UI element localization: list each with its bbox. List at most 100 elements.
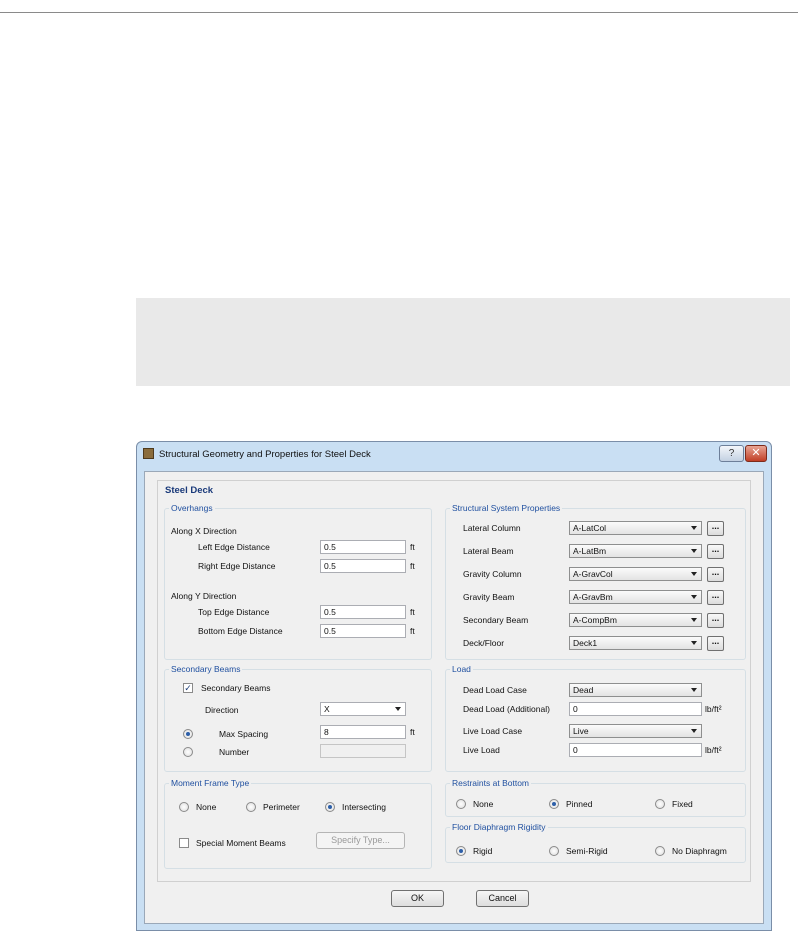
lateral-beam-select[interactable]: A-LatBm — [569, 544, 702, 558]
top-edge-input[interactable]: 0.5 — [320, 605, 406, 619]
special-moment-beams-checkbox[interactable] — [179, 838, 189, 848]
restraint-pinned-label: Pinned — [566, 799, 593, 809]
max-spacing-radio[interactable] — [183, 729, 193, 739]
restraints-label: Restraints at Bottom — [450, 778, 532, 788]
gravity-column-label: Gravity Column — [463, 569, 522, 579]
number-label: Number — [219, 747, 250, 757]
diaphragm-none-radio[interactable] — [655, 846, 665, 856]
right-edge-label: Right Edge Distance — [198, 561, 276, 571]
overhangs-group: Overhangs Along X Direction Left Edge Di… — [164, 503, 432, 660]
lateral-beam-define-button[interactable]: ... — [707, 544, 724, 559]
help-button[interactable]: ? — [719, 445, 744, 462]
bottom-edge-label: Bottom Edge Distance — [198, 626, 283, 636]
dialog-client-area: Steel Deck Overhangs Along X Direction L… — [144, 471, 764, 924]
secondary-beam-label: Secondary Beam — [463, 615, 529, 625]
chevron-down-icon — [691, 549, 697, 553]
gravity-column-value: A-GravCol — [573, 569, 613, 579]
specify-type-button[interactable]: Specify Type... — [316, 832, 405, 849]
left-edge-unit: ft — [410, 542, 415, 552]
direction-select[interactable]: X — [320, 702, 406, 716]
restraint-fixed-radio[interactable] — [655, 799, 665, 809]
secondary-beams-group-label: Secondary Beams — [169, 664, 243, 674]
bottom-edge-unit: ft — [410, 626, 415, 636]
secondary-beams-checkbox[interactable]: ✓ — [183, 683, 193, 693]
diaphragm-group: Floor Diaphragm Rigidity Rigid Semi-Rigi… — [445, 822, 746, 863]
direction-label: Direction — [205, 705, 239, 715]
dead-load-additional-label: Dead Load (Additional) — [463, 704, 550, 714]
secondary-beam-select[interactable]: A-CompBm — [569, 613, 702, 627]
dialog-title: Structural Geometry and Properties for S… — [159, 449, 371, 460]
secondary-beams-group: Secondary Beams ✓ Secondary Beams Direct… — [164, 664, 432, 772]
ok-button[interactable]: OK — [391, 890, 444, 907]
along-x-label: Along X Direction — [171, 526, 237, 536]
live-load-label: Live Load — [463, 745, 500, 755]
moment-intersecting-label: Intersecting — [342, 802, 386, 812]
diaphragm-label: Floor Diaphragm Rigidity — [450, 822, 548, 832]
gravity-beam-label: Gravity Beam — [463, 592, 515, 602]
deck-floor-value: Deck1 — [573, 638, 598, 648]
gravity-column-define-button[interactable]: ... — [707, 567, 724, 582]
secondary-beams-checkbox-label: Secondary Beams — [201, 683, 271, 693]
right-edge-input[interactable]: 0.5 — [320, 559, 406, 573]
dead-load-case-value: Dead — [573, 685, 594, 695]
restraint-none-radio[interactable] — [456, 799, 466, 809]
secondary-beam-define-button[interactable]: ... — [707, 613, 724, 628]
gravity-beam-define-button[interactable]: ... — [707, 590, 724, 605]
chevron-down-icon — [691, 526, 697, 530]
close-button[interactable]: ✕ — [745, 445, 767, 462]
overhangs-label: Overhangs — [169, 503, 215, 513]
gravity-beam-select[interactable]: A-GravBm — [569, 590, 702, 604]
restraint-pinned-radio[interactable] — [549, 799, 559, 809]
gray-note-panel — [136, 298, 790, 386]
deck-floor-select[interactable]: Deck1 — [569, 636, 702, 650]
dead-load-additional-input[interactable]: 0 — [569, 702, 702, 716]
number-radio[interactable] — [183, 747, 193, 757]
structural-system-label: Structural System Properties — [450, 503, 563, 513]
chevron-down-icon — [691, 729, 697, 733]
gravity-beam-value: A-GravBm — [573, 592, 613, 602]
deck-floor-define-button[interactable]: ... — [707, 636, 724, 651]
live-load-case-label: Live Load Case — [463, 726, 523, 736]
diaphragm-rigid-label: Rigid — [473, 846, 493, 856]
bottom-edge-input[interactable]: 0.5 — [320, 624, 406, 638]
right-edge-unit: ft — [410, 561, 415, 571]
moment-perimeter-label: Perimeter — [263, 802, 300, 812]
max-spacing-label: Max Spacing — [219, 729, 269, 739]
chevron-down-icon — [691, 595, 697, 599]
page-top-rule — [0, 12, 798, 13]
max-spacing-input[interactable]: 8 — [320, 725, 406, 739]
moment-frame-label: Moment Frame Type — [169, 778, 252, 788]
lateral-beam-value: A-LatBm — [573, 546, 607, 556]
live-load-unit: lb/ft² — [705, 745, 722, 755]
live-load-input[interactable]: 0 — [569, 743, 702, 757]
max-spacing-unit: ft — [410, 727, 415, 737]
structural-system-group: Structural System Properties Lateral Col… — [445, 503, 746, 660]
diaphragm-rigid-radio[interactable] — [456, 846, 466, 856]
deck-floor-label: Deck/Floor — [463, 638, 505, 648]
steel-deck-dialog: Structural Geometry and Properties for S… — [136, 441, 772, 931]
lateral-column-select[interactable]: A-LatCol — [569, 521, 702, 535]
moment-frame-group: Moment Frame Type None Perimeter Interse… — [164, 778, 432, 869]
live-load-case-select[interactable]: Live — [569, 724, 702, 738]
app-icon — [143, 448, 154, 459]
moment-none-radio[interactable] — [179, 802, 189, 812]
chevron-down-icon — [691, 688, 697, 692]
load-group-label: Load — [450, 664, 473, 674]
along-y-label: Along Y Direction — [171, 591, 237, 601]
cancel-button[interactable]: Cancel — [476, 890, 529, 907]
chevron-down-icon — [691, 641, 697, 645]
left-edge-input[interactable]: 0.5 — [320, 540, 406, 554]
title-bar[interactable]: Structural Geometry and Properties for S… — [137, 442, 771, 466]
gravity-column-select[interactable]: A-GravCol — [569, 567, 702, 581]
left-edge-label: Left Edge Distance — [198, 542, 270, 552]
chevron-down-icon — [691, 618, 697, 622]
steel-deck-heading: Steel Deck — [165, 485, 214, 496]
lateral-column-label: Lateral Column — [463, 523, 521, 533]
lateral-column-define-button[interactable]: ... — [707, 521, 724, 536]
diaphragm-semi-rigid-radio[interactable] — [549, 846, 559, 856]
dead-load-case-label: Dead Load Case — [463, 685, 527, 695]
dead-load-case-select[interactable]: Dead — [569, 683, 702, 697]
number-input[interactable] — [320, 744, 406, 758]
moment-perimeter-radio[interactable] — [246, 802, 256, 812]
moment-intersecting-radio[interactable] — [325, 802, 335, 812]
